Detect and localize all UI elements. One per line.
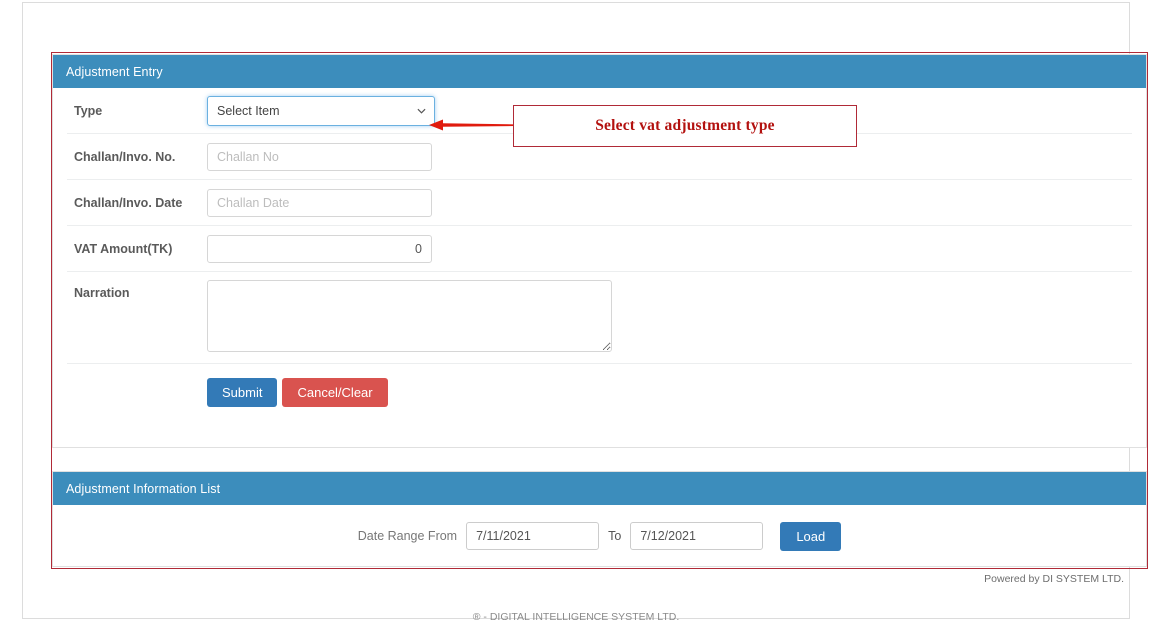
vat-amount-control	[207, 234, 1132, 263]
narration-textarea[interactable]	[207, 280, 612, 352]
narration-control	[207, 272, 1132, 352]
actions-control: Submit Cancel/Clear	[207, 377, 1132, 407]
challan-no-input[interactable]	[207, 142, 432, 171]
type-select[interactable]: Select Item	[207, 95, 435, 126]
challan-date-label: Challan/Invo. Date	[74, 195, 183, 210]
annotation-callout: Select vat adjustment type	[513, 105, 857, 147]
vat-amount-input[interactable]	[207, 234, 432, 263]
cancel-clear-button[interactable]: Cancel/Clear	[282, 377, 388, 407]
submit-button[interactable]: Submit	[207, 377, 278, 407]
narration-label: Narration	[74, 286, 130, 300]
powered-by-label: Powered by DI SYSTEM LTD.	[984, 573, 1124, 585]
challan-date-control	[207, 188, 1132, 217]
date-range-filter-bar: Date Range From To Load	[53, 505, 1146, 567]
type-label: Type	[74, 103, 103, 118]
date-range-from-label: Date Range From	[357, 529, 458, 543]
type-select-wrapper: Select Item	[207, 95, 435, 126]
form-row-vat-amount: VAT Amount(TK)	[67, 226, 1132, 272]
arrow-left-icon	[429, 119, 515, 131]
form-row-actions: Submit Cancel/Clear	[67, 364, 1132, 420]
page-container: Adjustment Entry Type Select Item Challa…	[22, 2, 1148, 623]
form-row-challan-date: Challan/Invo. Date	[67, 180, 1132, 226]
load-button[interactable]: Load	[780, 521, 842, 551]
form-row-narration: Narration	[67, 272, 1132, 364]
challan-no-label: Challan/Invo. No.	[74, 149, 176, 164]
date-range-to-label: To	[608, 529, 622, 543]
date-to-input[interactable]	[630, 522, 764, 550]
adjustment-entry-title: Adjustment Entry	[53, 55, 1146, 88]
adjustment-list-title: Adjustment Information List	[53, 472, 1146, 505]
adjustment-information-list-panel: Adjustment Information List Date Range F…	[52, 471, 1147, 567]
copyright-label: ® - DIGITAL INTELLIGENCE SYSTEM LTD.	[472, 611, 680, 623]
date-from-input[interactable]	[466, 522, 600, 550]
challan-date-input[interactable]	[207, 188, 432, 217]
annotation-text: Select vat adjustment type	[595, 117, 775, 134]
vat-amount-label: VAT Amount(TK)	[74, 241, 173, 256]
